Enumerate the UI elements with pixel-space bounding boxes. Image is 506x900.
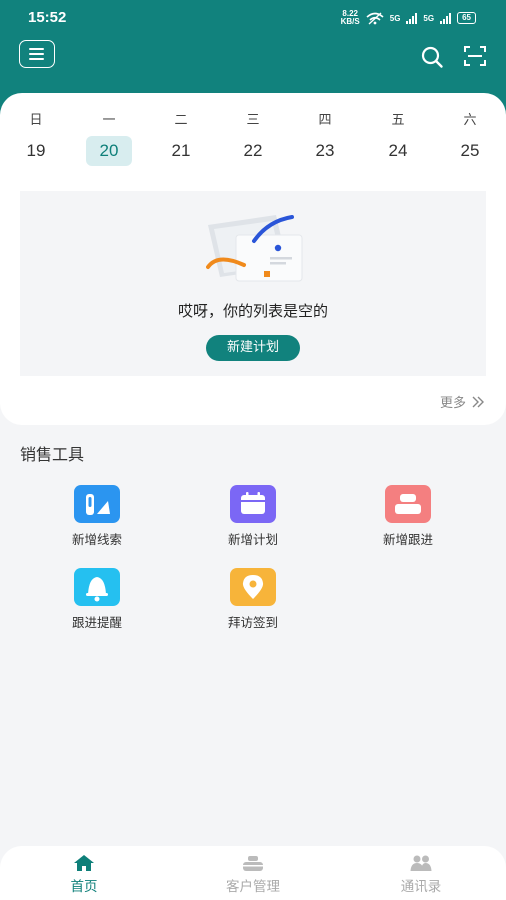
lead-icon	[74, 485, 120, 523]
menu-icon	[29, 48, 44, 50]
new-plan-button[interactable]: 新建计划	[206, 335, 300, 361]
sim2-label: 5G	[423, 13, 435, 23]
calendar-day[interactable]: 日 19	[13, 109, 59, 166]
date-label: 22	[243, 141, 263, 160]
search-icon[interactable]	[420, 45, 444, 69]
week-calendar: 日 19 一 20 二 21 三 22 四 23 五 24 六 25	[0, 109, 506, 189]
bottom-tab-bar: 首页 客户管理 通讯录	[0, 846, 506, 900]
weekday-label: 二	[174, 113, 188, 128]
tool-label: 新增线索	[71, 532, 122, 547]
signal-2-icon	[440, 12, 452, 24]
calendar-day[interactable]: 四 23	[302, 109, 348, 166]
customer-icon	[243, 856, 263, 871]
scan-icon[interactable]	[464, 45, 486, 67]
date-label: 20	[86, 136, 132, 166]
date-label: 23	[315, 141, 335, 160]
calendar-day[interactable]: 六 25	[447, 109, 493, 166]
calendar-day-selected[interactable]: 一 20	[86, 109, 132, 166]
weekday-label: 三	[246, 113, 260, 128]
date-label: 25	[460, 141, 480, 160]
weekday-label: 日	[29, 113, 43, 128]
battery-icon: 65	[457, 12, 476, 24]
date-label: 24	[388, 141, 408, 160]
tab-home[interactable]: 首页	[34, 854, 134, 895]
tool-label: 拜访签到	[227, 615, 278, 630]
tool-new-follow-up[interactable]: 新增跟进	[360, 485, 456, 548]
home-icon	[74, 855, 94, 871]
tab-contacts[interactable]: 通讯录	[371, 854, 471, 895]
bell-icon	[74, 568, 120, 606]
tab-label: 客户管理	[226, 879, 280, 895]
sales-tools-title: 销售工具	[20, 445, 85, 464]
more-link[interactable]: 更多	[440, 392, 484, 411]
weekday-label: 五	[391, 113, 405, 128]
calendar-day[interactable]: 三 22	[230, 109, 276, 166]
network-speed: 8.22 KB/S	[340, 9, 360, 26]
follow-up-icon	[385, 485, 431, 523]
empty-list-illustration	[206, 215, 303, 282]
tool-follow-up-reminder[interactable]: 跟进提醒	[49, 568, 145, 631]
weekday-label: 一	[102, 113, 116, 128]
tool-label: 跟进提醒	[71, 615, 122, 630]
tool-new-plan[interactable]: 新增计划	[205, 485, 301, 548]
calendar-day[interactable]: 五 24	[375, 109, 421, 166]
menu-button[interactable]	[19, 40, 55, 68]
empty-message: 哎呀，你的列表是空的	[177, 302, 328, 320]
location-icon	[230, 568, 276, 606]
more-label: 更多	[439, 396, 466, 411]
date-label: 19	[26, 141, 46, 160]
status-bar: 15:52 8.22 KB/S 5G 5G 65	[0, 0, 506, 36]
weekday-label: 六	[463, 113, 477, 128]
status-time: 15:52	[28, 9, 67, 26]
contacts-icon	[410, 855, 432, 871]
tab-label: 首页	[70, 879, 98, 895]
empty-state: 哎呀，你的列表是空的 新建计划	[20, 191, 486, 376]
tab-customer-management[interactable]: 客户管理	[203, 854, 303, 895]
tool-label: 新增计划	[227, 532, 278, 547]
date-label: 21	[171, 141, 191, 160]
weekday-label: 四	[318, 113, 332, 128]
calendar-day[interactable]: 二 21	[158, 109, 204, 166]
tool-label: 新增跟进	[382, 532, 433, 547]
schedule-card: 日 19 一 20 二 21 三 22 四 23 五 24 六 25 哎呀，你的…	[0, 93, 506, 425]
double-chevron-right-icon	[472, 396, 484, 407]
sim1-label: 5G	[389, 13, 401, 23]
status-indicators: 8.22 KB/S 5G 5G 65	[341, 10, 476, 26]
tool-new-lead[interactable]: 新增线索	[49, 485, 145, 548]
signal-1-icon	[406, 12, 418, 24]
tool-visit-check-in[interactable]: 拜访签到	[205, 568, 301, 631]
wifi-off-icon	[366, 11, 384, 25]
calendar-icon	[230, 485, 276, 523]
tab-label: 通讯录	[400, 879, 442, 895]
